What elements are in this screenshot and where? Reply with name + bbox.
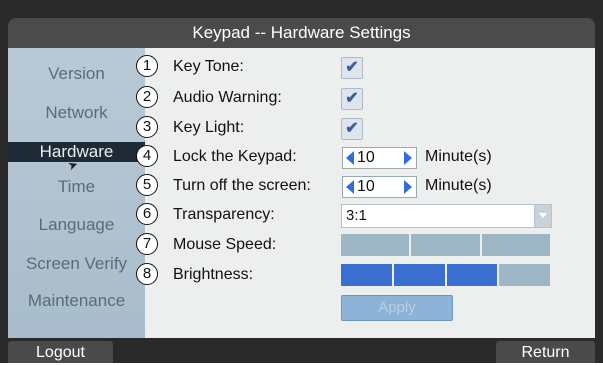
sidebar-item-network[interactable]: Network bbox=[8, 103, 145, 123]
increase-arrow-icon[interactable] bbox=[404, 180, 412, 194]
sidebar-item-maintenance[interactable]: Maintenance bbox=[8, 291, 145, 311]
dropdown-button[interactable] bbox=[534, 205, 551, 227]
mouse-speed-segment[interactable] bbox=[341, 234, 410, 256]
brightness-segment[interactable] bbox=[393, 264, 445, 286]
sidebar-item-language[interactable]: Language bbox=[8, 215, 145, 235]
item-number-5: 5 bbox=[136, 174, 158, 196]
item-number-2: 2 bbox=[136, 86, 158, 108]
brightness-segment[interactable] bbox=[446, 264, 498, 286]
transparency-select[interactable]: 3:1 bbox=[341, 204, 552, 228]
settings-panel: 1 Key Tone: ✔ 2 Audio Warning: ✔ 3 Key L… bbox=[136, 48, 595, 338]
item-number-1: 1 bbox=[136, 55, 158, 77]
audio-warning-label: Audio Warning: bbox=[173, 89, 282, 106]
sidebar-item-version[interactable]: Version bbox=[8, 64, 145, 84]
increase-arrow-icon[interactable] bbox=[404, 151, 412, 165]
transparency-value: 3:1 bbox=[346, 207, 367, 224]
lock-keypad-label: Lock the Keypad: bbox=[173, 148, 297, 165]
brightness-label: Brightness: bbox=[173, 266, 254, 283]
audio-warning-checkbox[interactable]: ✔ bbox=[341, 88, 363, 110]
sidebar-item-time[interactable]: Time bbox=[8, 177, 145, 197]
lock-keypad-stepper[interactable]: 10 bbox=[342, 147, 417, 169]
item-number-4: 4 bbox=[136, 145, 158, 167]
item-number-7: 7 bbox=[136, 233, 158, 255]
chevron-down-icon bbox=[539, 213, 547, 218]
brightness-segment[interactable] bbox=[341, 264, 392, 286]
app-window: Keypad -- Hardware Settings Version Netw… bbox=[0, 0, 603, 363]
decrease-arrow-icon[interactable] bbox=[346, 180, 354, 194]
turn-off-screen-stepper[interactable]: 10 bbox=[342, 176, 417, 198]
key-light-checkbox[interactable]: ✔ bbox=[341, 118, 363, 140]
item-number-8: 8 bbox=[136, 263, 158, 285]
brightness-slider[interactable] bbox=[341, 264, 550, 286]
transparency-label: Transparency: bbox=[173, 206, 275, 223]
key-tone-label: Key Tone: bbox=[173, 58, 244, 75]
sidebar-item-screen-verify[interactable]: Screen Verify bbox=[8, 254, 145, 274]
mouse-speed-segment[interactable] bbox=[411, 234, 480, 256]
item-number-3: 3 bbox=[136, 116, 158, 138]
turn-off-screen-label: Turn off the screen: bbox=[173, 177, 311, 194]
mouse-speed-slider[interactable] bbox=[341, 234, 550, 256]
turn-off-screen-value: 10 bbox=[357, 178, 375, 195]
mouse-speed-label: Mouse Speed: bbox=[173, 236, 277, 253]
turn-off-screen-unit: Minute(s) bbox=[425, 177, 492, 194]
sidebar: Version Network Hardware Time Language S… bbox=[8, 48, 145, 338]
key-light-label: Key Light: bbox=[173, 119, 245, 136]
lock-keypad-value: 10 bbox=[357, 149, 375, 166]
return-button[interactable]: Return bbox=[496, 341, 595, 363]
apply-button[interactable]: Apply bbox=[341, 295, 453, 321]
logout-button[interactable]: Logout bbox=[8, 341, 113, 363]
decrease-arrow-icon[interactable] bbox=[346, 151, 354, 165]
item-number-6: 6 bbox=[136, 203, 158, 225]
mouse-speed-segment[interactable] bbox=[481, 234, 550, 256]
key-tone-checkbox[interactable]: ✔ bbox=[341, 57, 363, 79]
window-title: Keypad -- Hardware Settings bbox=[8, 18, 595, 48]
brightness-segment[interactable] bbox=[499, 264, 550, 286]
lock-keypad-unit: Minute(s) bbox=[425, 148, 492, 165]
